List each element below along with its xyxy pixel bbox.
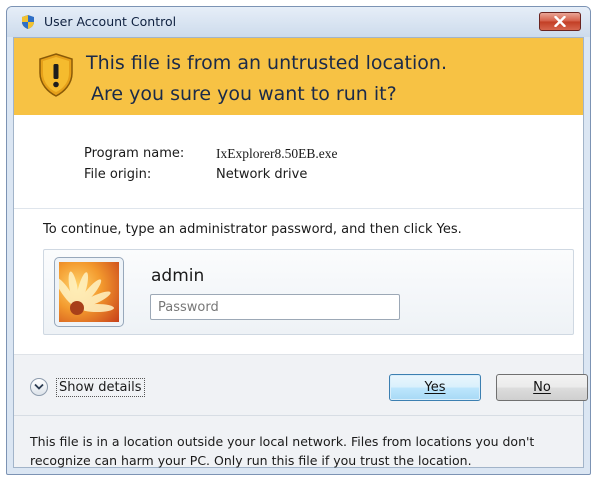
dialog-content: This file is from an untrusted location.… [13, 37, 588, 468]
uac-shield-icon [22, 15, 34, 29]
yes-button[interactable]: Yes [389, 374, 481, 401]
avatar [54, 257, 124, 327]
banner-heading: This file is from an untrusted location. [86, 52, 447, 74]
flower-avatar-icon [59, 262, 119, 322]
password-input[interactable] [150, 294, 400, 320]
program-name-value: IxExplorer8.50EB.exe [216, 146, 338, 161]
no-button-label: No [533, 380, 551, 395]
program-name-label: Program name: [84, 146, 185, 161]
file-origin-label: File origin: [84, 167, 152, 182]
yes-button-label: Yes [424, 380, 446, 395]
close-icon [554, 16, 566, 27]
username: admin [151, 266, 205, 286]
show-details-label[interactable]: Show details [56, 377, 145, 397]
uac-dialog: User Account Control This file is from a… [6, 6, 591, 475]
close-button[interactable] [539, 12, 581, 31]
content-divider [14, 208, 583, 209]
banner-question: Are you sure you want to run it? [91, 83, 397, 105]
file-origin-value: Network drive [216, 167, 308, 182]
footer-divider [14, 415, 583, 416]
warning-shield-icon [39, 53, 73, 97]
dialog-footer: Show details Yes No This file is in a lo… [14, 354, 588, 468]
credential-tile: admin [43, 249, 574, 335]
title-bar: User Account Control [7, 7, 590, 37]
window-title: User Account Control [44, 14, 177, 29]
credential-instruction: To continue, type an administrator passw… [43, 222, 462, 237]
show-details-toggle[interactable]: Show details [30, 375, 145, 399]
chevron-down-icon[interactable] [30, 378, 48, 396]
no-button[interactable]: No [496, 374, 588, 401]
warning-banner: This file is from an untrusted location.… [14, 38, 583, 115]
security-note: This file is in a location outside your … [30, 434, 535, 468]
